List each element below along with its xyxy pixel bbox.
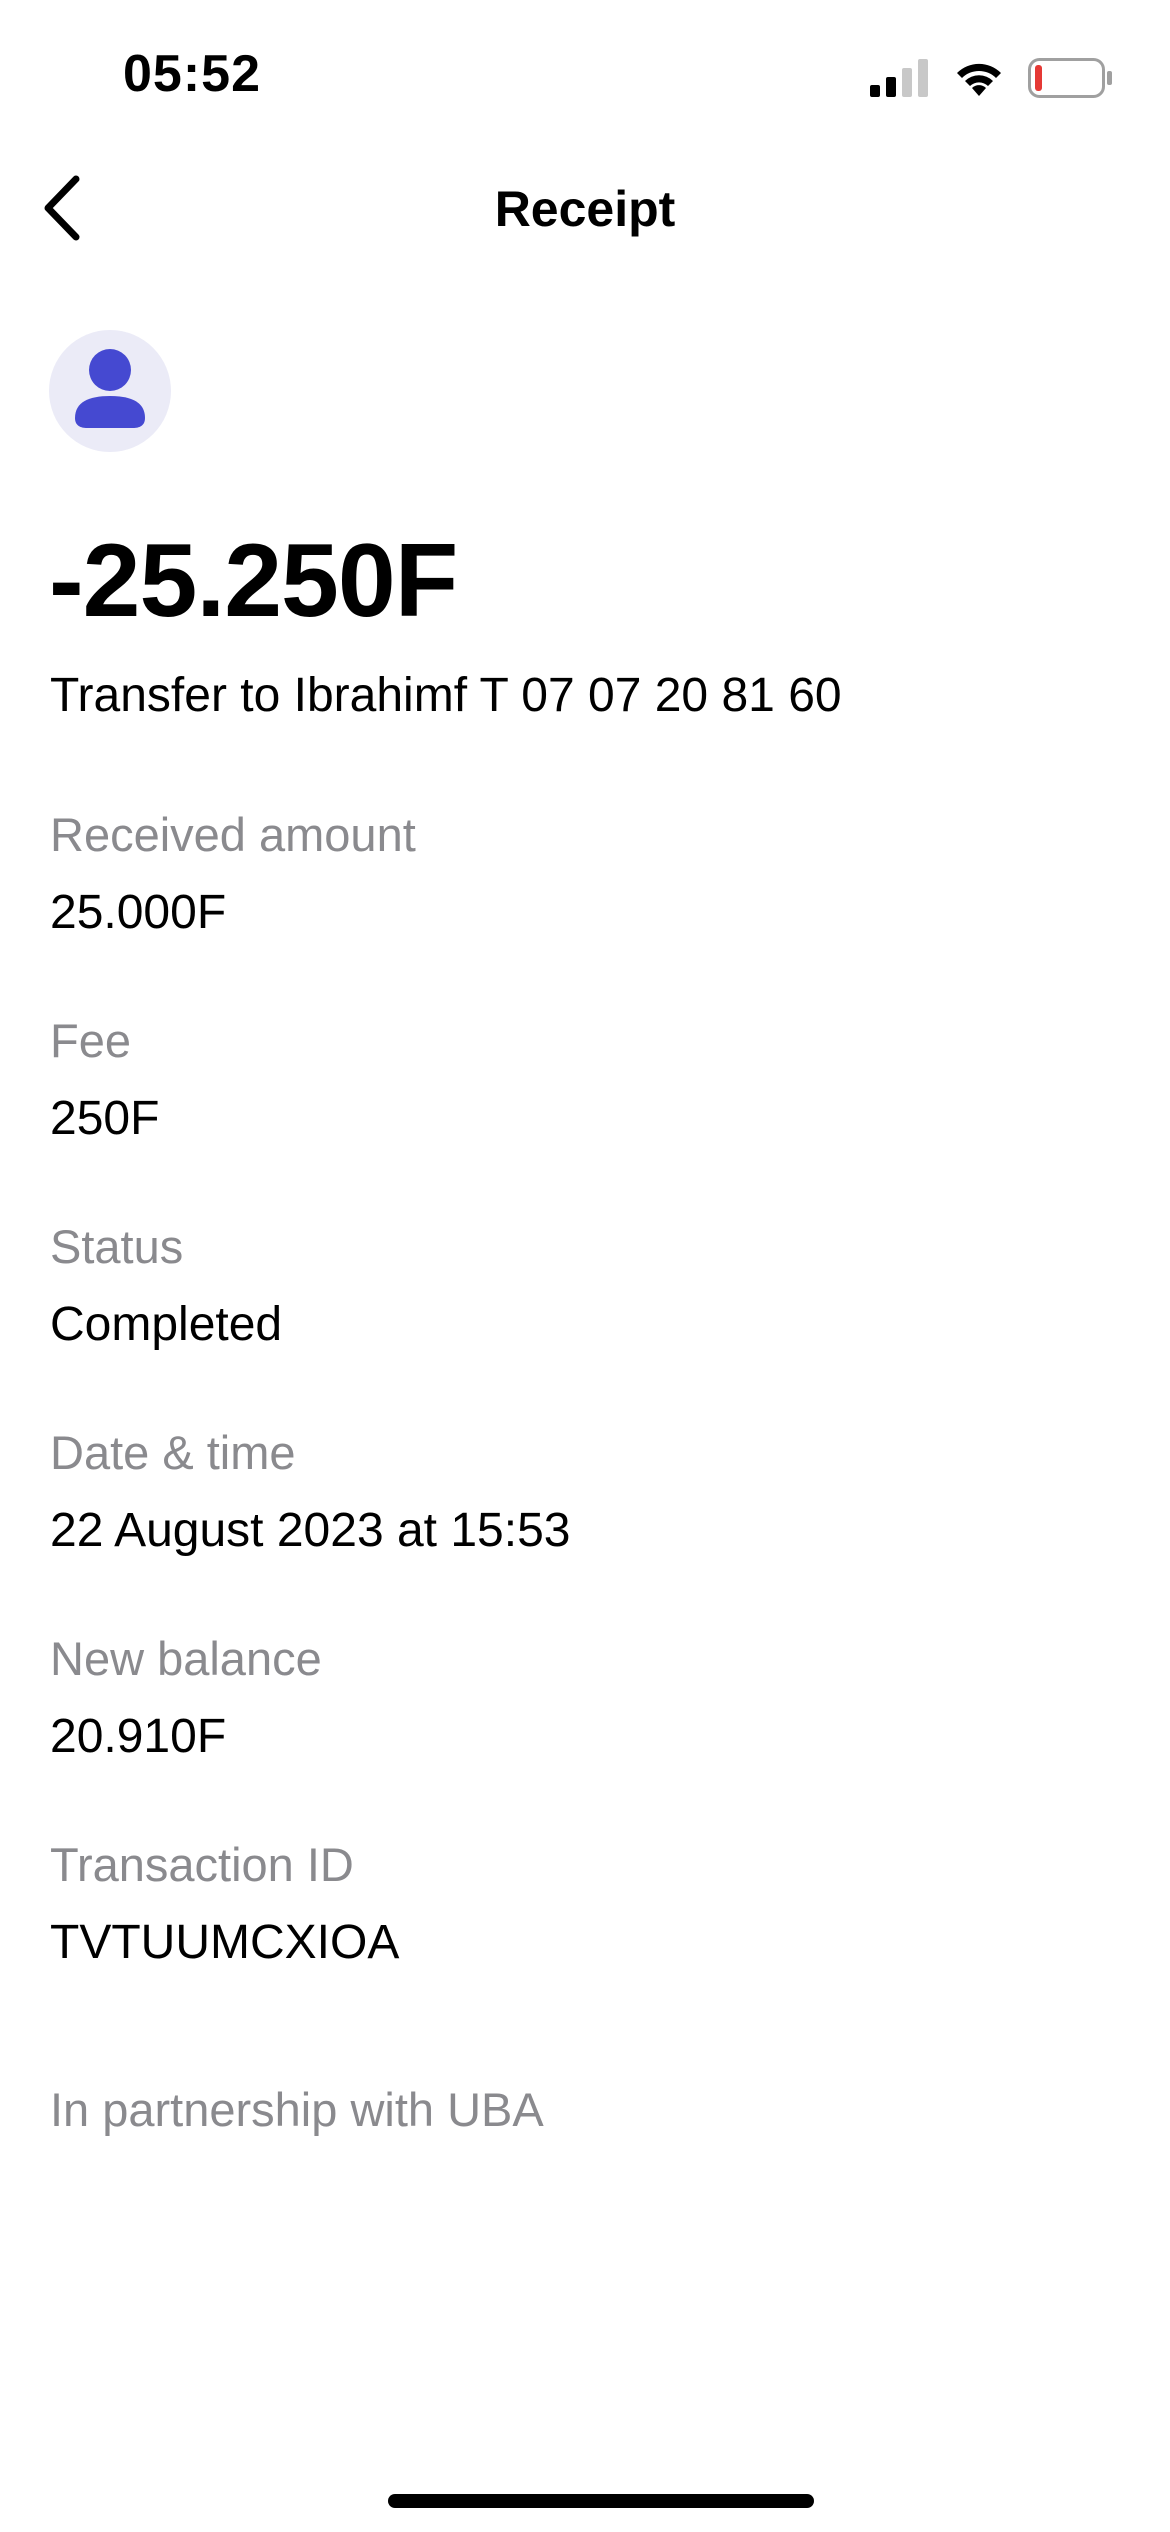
status-icons xyxy=(870,58,1114,98)
detail-new-balance: New balance 20.910F xyxy=(50,1630,322,1766)
detail-label: Received amount xyxy=(50,808,416,861)
detail-label: New balance xyxy=(50,1632,322,1685)
transaction-description: Transfer to Ibrahimf T 07 07 20 81 60 xyxy=(50,669,842,722)
status-time: 05:52 xyxy=(123,45,261,103)
transaction-amount: -25.250F xyxy=(49,523,458,639)
detail-value: Completed xyxy=(50,1298,283,1351)
detail-label: Date & time xyxy=(50,1426,296,1479)
detail-date-time: Date & time 22 August 2023 at 15:53 xyxy=(50,1424,570,1560)
avatar xyxy=(49,330,171,452)
wifi-icon xyxy=(952,58,1006,98)
detail-label: Fee xyxy=(50,1014,131,1067)
detail-value: 22 August 2023 at 15:53 xyxy=(50,1504,571,1557)
battery-low-icon xyxy=(1028,58,1114,98)
detail-received-amount: Received amount 25.000F xyxy=(50,806,416,942)
detail-label: Status xyxy=(50,1220,184,1273)
person-icon xyxy=(73,348,147,435)
detail-fee: Fee 250F xyxy=(50,1012,159,1148)
detail-transaction-id: Transaction ID TVTUUMCXIOA xyxy=(50,1836,399,1972)
detail-status: Status Completed xyxy=(50,1218,282,1354)
detail-label: Transaction ID xyxy=(50,1838,354,1891)
detail-value: 250F xyxy=(50,1092,160,1145)
cellular-signal-icon xyxy=(870,59,930,97)
detail-value: TVTUUMCXIOA xyxy=(50,1916,400,1969)
detail-value: 25.000F xyxy=(50,886,227,939)
partnership-note: In partnership with UBA xyxy=(50,2083,544,2136)
home-indicator[interactable] xyxy=(388,2494,814,2508)
page-title: Receipt xyxy=(494,181,676,237)
detail-value: 20.910F xyxy=(50,1710,227,1763)
